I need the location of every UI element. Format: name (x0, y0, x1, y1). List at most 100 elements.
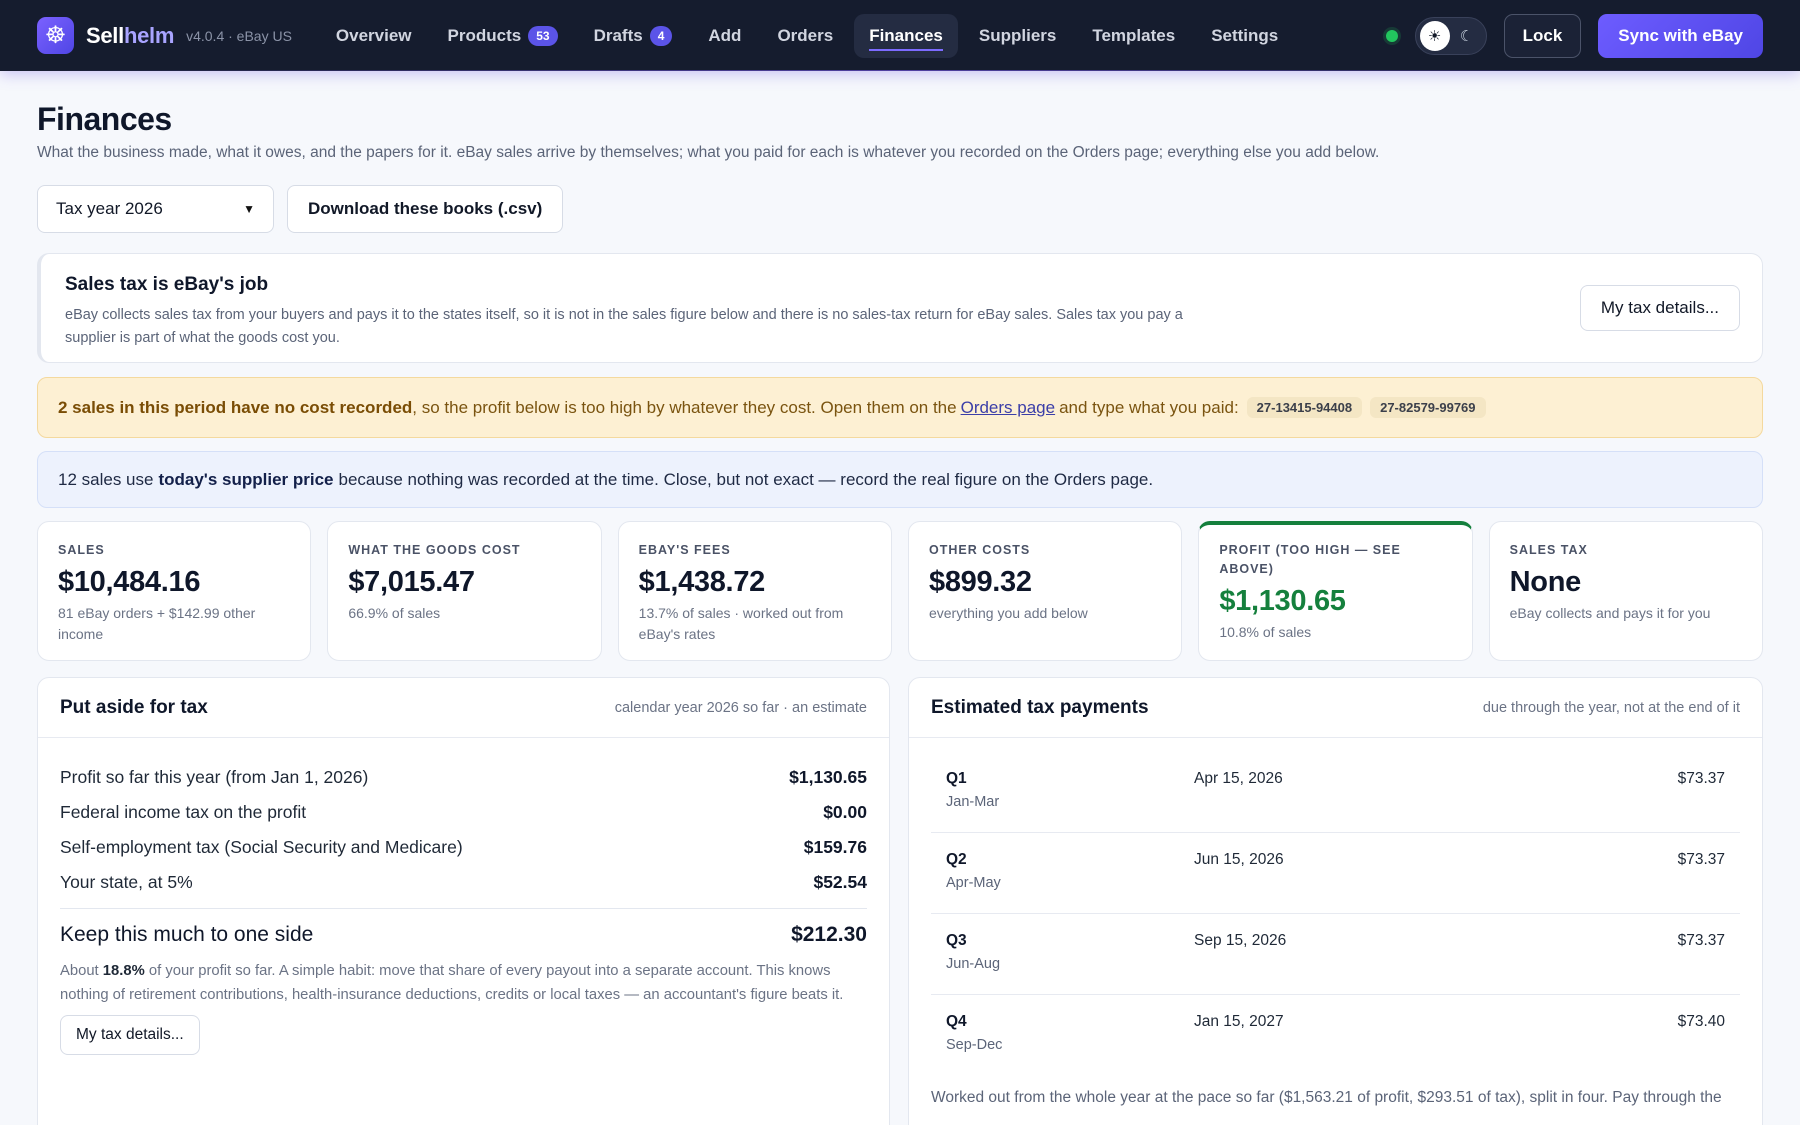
nav-finances[interactable]: Finances (854, 13, 958, 58)
stat-value: $1,438.72 (638, 566, 766, 598)
nav-suppliers[interactable]: Suppliers (964, 14, 1071, 58)
stat-other-costs: Other costs $899.32 everything you add b… (907, 521, 1183, 661)
stat-sub: 66.9% of sales (348, 605, 441, 621)
nav-label: Templates (1092, 25, 1176, 45)
stat-label: Sales tax (1509, 543, 1588, 557)
quarter-label: Q4 (946, 1013, 967, 1030)
ship-wheel-icon[interactable]: ☸ (37, 17, 74, 54)
quarter-label: Q1 (946, 770, 967, 787)
keep-amount: $212.30 (791, 923, 867, 946)
stat-sub: everything you add below (928, 605, 1088, 621)
stat-label: Sales (58, 543, 105, 557)
nav-orders[interactable]: Orders (762, 14, 848, 58)
payment-row: Q2 Apr-May Jun 15, 2026 $73.37 (931, 833, 1740, 914)
theme-toggle[interactable]: ☀ ☾ (1414, 16, 1487, 55)
stat-label: eBay's fees (638, 543, 731, 557)
tax-year-value: Tax year 2026 (56, 199, 163, 218)
stat-value: $1,130.65 (1219, 585, 1346, 617)
payment-quarter: Q3 Jun-Aug (946, 932, 1194, 994)
tax-row-amount: $1,130.65 (789, 767, 867, 787)
stat-profit: Profit (too high — see above) $1,130.65 … (1198, 521, 1473, 661)
payment-quarter: Q4 Sep-Dec (946, 1013, 1194, 1076)
nav-drafts[interactable]: Drafts 4 (579, 14, 688, 58)
order-chip[interactable]: 27-13415-94408 (1246, 397, 1363, 418)
sales-tax-body: eBay collects sales tax from your buyers… (65, 307, 1183, 346)
payment-row: Q1 Jan-Mar Apr 15, 2026 $73.37 (931, 752, 1740, 833)
top-nav-bar: ☸ Sellhelm v4.0.4 · eBay US Overview Pro… (0, 0, 1800, 71)
tax-row-label: Profit so far this year (from Jan 1, 202… (60, 767, 369, 787)
nav-label: Overview (335, 25, 412, 45)
my-tax-details-button[interactable]: My tax details... (1579, 285, 1740, 331)
payment-amount: $73.37 (1677, 851, 1725, 868)
tax-row-label: Self-employment tax (Social Security and… (60, 837, 463, 857)
orders-page-link[interactable]: Orders page (961, 398, 1056, 418)
order-chip[interactable]: 27-82579-99769 (1370, 397, 1486, 418)
payment-row: Q3 Jun-Aug Sep 15, 2026 $73.37 (931, 914, 1740, 995)
nav-add[interactable]: Add (693, 14, 756, 58)
payment-quarter: Q2 Apr-May (946, 851, 1194, 913)
sales-tax-title: Sales tax is eBay's job (65, 274, 269, 295)
sync-ebay-button[interactable]: Sync with eBay (1598, 13, 1763, 58)
stat-label: Other costs (928, 543, 1031, 557)
stat-value: $7,015.47 (348, 566, 475, 598)
payment-date: Jan 15, 2027 (1194, 1013, 1284, 1030)
divider (60, 908, 867, 909)
keep-label: Keep this much to one side (60, 923, 314, 946)
tax-row-amount: $0.00 (823, 802, 867, 822)
nav-label: Settings (1211, 25, 1279, 45)
note-text: of your profit so far. A simple habit: m… (60, 963, 844, 1003)
tax-panels: Put aside for tax calendar year 2026 so … (37, 677, 1763, 1125)
download-csv-button[interactable]: Download these books (.csv) (287, 185, 564, 233)
moon-icon[interactable]: ☾ (1452, 21, 1482, 51)
lock-button[interactable]: Lock (1503, 13, 1582, 58)
warning-bold: 2 sales in this period have no cost reco… (58, 397, 413, 417)
missing-cost-warning: 2 sales in this period have no cost reco… (37, 377, 1763, 438)
stat-sub: 13.7% of sales · worked out from eBay's … (638, 605, 844, 642)
tax-row: Federal income tax on the profit $0.00 (60, 795, 867, 830)
page-controls: Tax year 2026 ▼ Download these books (.c… (37, 185, 1763, 233)
info-text: 12 sales use (58, 469, 154, 489)
quarter-range: Jan-Mar (946, 794, 1000, 810)
nav-label: Finances (869, 26, 943, 51)
panel-title: Put aside for tax (60, 696, 208, 718)
info-bold: today's supplier price (158, 469, 334, 489)
nav-label: Suppliers (978, 25, 1057, 45)
stat-goods-cost: What the goods cost $7,015.47 66.9% of s… (327, 521, 602, 661)
nav-templates[interactable]: Templates (1077, 14, 1190, 58)
stat-sub: 81 eBay orders + $142.99 other income (58, 605, 256, 642)
sun-icon[interactable]: ☀ (1419, 20, 1450, 51)
estimated-payments-panel: Estimated tax payments due through the y… (908, 677, 1763, 1125)
quarter-label: Q3 (946, 932, 967, 949)
nav-settings[interactable]: Settings (1196, 14, 1293, 58)
stat-label: What the goods cost (348, 543, 521, 557)
tax-row: Your state, at 5% $52.54 (60, 865, 867, 900)
nav-label: Orders (777, 25, 834, 45)
stat-ebay-fees: eBay's fees $1,438.72 13.7% of sales · w… (617, 521, 892, 661)
tax-row-label: Federal income tax on the profit (60, 802, 307, 822)
warning-text: , so the profit below is too high by wha… (412, 397, 957, 417)
nav-products[interactable]: Products 53 (433, 14, 573, 58)
drafts-count-badge: 4 (649, 25, 673, 46)
tax-year-select[interactable]: Tax year 2026 ▼ (37, 185, 274, 233)
finances-page: Finances What the business made, what it… (0, 101, 1800, 1125)
nav-overview[interactable]: Overview (321, 14, 427, 58)
payment-amount: $73.37 (1677, 932, 1725, 949)
app-version: v4.0.4 · eBay US (186, 27, 292, 44)
topbar-actions: ☀ ☾ Lock Sync with eBay (1385, 13, 1763, 58)
brand-name[interactable]: Sellhelm (86, 23, 174, 49)
nav-label: Drafts (593, 25, 643, 45)
panel-header: Put aside for tax calendar year 2026 so … (38, 678, 889, 738)
stat-sales-tax: Sales tax None eBay collects and pays it… (1488, 521, 1763, 661)
put-aside-panel: Put aside for tax calendar year 2026 so … (37, 677, 890, 1125)
my-tax-details-button[interactable]: My tax details... (60, 1015, 200, 1055)
payment-amount: $73.37 (1677, 770, 1725, 787)
payment-date: Apr 15, 2026 (1194, 770, 1283, 787)
tax-breakdown: Profit so far this year (from Jan 1, 202… (38, 738, 889, 1055)
tax-row-amount: $52.54 (813, 872, 867, 892)
estimated-payments-note: Worked out from the whole year at the pa… (931, 1089, 1722, 1106)
quarter-range: Jun-Aug (946, 956, 1001, 972)
stat-value: None (1509, 566, 1582, 598)
nav-label: Products (447, 25, 522, 45)
quarter-label: Q2 (946, 851, 967, 868)
supplier-price-notice: 12 sales use today's supplier price beca… (37, 451, 1763, 508)
